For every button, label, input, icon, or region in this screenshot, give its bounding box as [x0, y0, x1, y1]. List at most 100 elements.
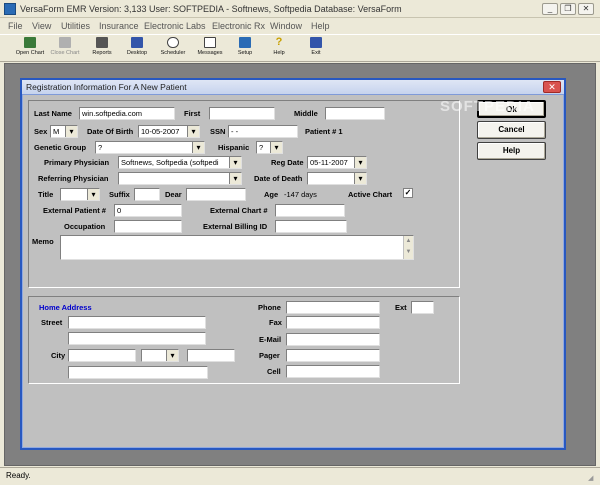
zip-field[interactable] [187, 349, 235, 362]
external-billing-label: External Billing ID [203, 222, 268, 231]
genetic-group-label: Genetic Group [34, 143, 87, 152]
referring-physician-select[interactable] [118, 172, 242, 185]
dear-field[interactable] [186, 188, 246, 201]
street-field[interactable] [68, 316, 206, 329]
menu-electronic-labs[interactable]: Electronic Labs [144, 21, 206, 31]
menu-utilities[interactable]: Utilities [61, 21, 90, 31]
window-title: VersaForm EMR Version: 3,133 User: SOFTP… [20, 4, 402, 14]
menu-electronic-rx[interactable]: Electronic Rx [212, 21, 265, 31]
email-label: E-Mail [259, 335, 282, 344]
resize-grip-icon[interactable]: ◢ [588, 474, 597, 483]
desktop-button[interactable]: Desktop [122, 36, 152, 61]
close-chart-button[interactable]: Close Chart [48, 36, 82, 61]
menu-insurance[interactable]: Insurance [99, 21, 139, 31]
occupation-field[interactable] [114, 220, 182, 233]
ext-label: Ext [395, 303, 407, 312]
external-billing-field[interactable] [275, 220, 347, 233]
external-chart-field[interactable] [275, 204, 345, 217]
first-name-label: First [184, 109, 201, 118]
street-label: Street [41, 318, 63, 327]
status-text: Ready. [6, 471, 31, 480]
memo-label: Memo [32, 237, 54, 246]
open-chart-button[interactable]: Open Chart [14, 36, 46, 61]
memo-scrollbar[interactable]: ▲ ▼ [403, 236, 413, 259]
status-bar [0, 467, 600, 485]
email-field[interactable] [286, 333, 380, 346]
genetic-group-select[interactable]: ? [95, 141, 205, 154]
exit-button[interactable]: Exit [303, 36, 329, 61]
setup-button[interactable]: Setup [231, 36, 259, 61]
reg-date-label: Reg Date [271, 158, 304, 167]
first-name-field[interactable] [209, 107, 275, 120]
occupation-label: Occupation [64, 222, 106, 231]
desktop-icon [131, 37, 143, 48]
external-patient-label: External Patient # [43, 206, 106, 215]
open-chart-icon [24, 37, 36, 48]
date-of-death-label: Date of Death [254, 174, 303, 183]
exit-icon [310, 37, 322, 48]
hispanic-label: Hispanic [218, 143, 250, 152]
cancel-button[interactable]: Cancel [477, 121, 546, 139]
date-of-death-field[interactable] [307, 172, 367, 185]
menu-file[interactable]: File [8, 21, 23, 31]
dialog-close-icon[interactable]: ✕ [543, 81, 561, 93]
close-icon[interactable]: ✕ [578, 3, 594, 15]
age-value: -147 days [284, 190, 317, 199]
cell-label: Cell [267, 367, 281, 376]
suffix-field[interactable] [134, 188, 160, 201]
hispanic-select[interactable]: ? [256, 141, 283, 154]
ssn-label: SSN [210, 127, 226, 136]
title-select[interactable] [60, 188, 100, 201]
app-icon [4, 3, 16, 15]
cell-field[interactable] [286, 365, 380, 378]
dialog-title: Registration Information For A New Patie… [26, 82, 187, 92]
reg-date-field[interactable]: 05-11-2007 [307, 156, 367, 169]
pager-field[interactable] [286, 349, 380, 362]
sex-select[interactable]: M [50, 125, 78, 138]
last-name-field[interactable]: win.softpedia.com [79, 107, 175, 120]
help-button[interactable]: ? Help [266, 36, 292, 61]
last-name-label: Last Name [34, 109, 72, 118]
messages-button[interactable]: Messages [193, 36, 227, 61]
close-chart-icon [59, 37, 71, 48]
street2-field[interactable] [68, 332, 206, 345]
minimize-icon[interactable]: _ [542, 3, 558, 15]
middle-name-field[interactable] [325, 107, 385, 120]
ext-field[interactable] [411, 301, 434, 314]
ssn-field[interactable]: - - [228, 125, 298, 138]
dialog-help-button[interactable]: Help [477, 142, 546, 160]
menu-help[interactable]: Help [311, 21, 330, 31]
restore-icon[interactable]: ❐ [560, 3, 576, 15]
address-extra-field[interactable] [68, 366, 208, 379]
menu-window[interactable]: Window [270, 21, 302, 31]
scheduler-button[interactable]: Scheduler [157, 36, 189, 61]
age-label: Age [264, 190, 279, 199]
dob-field[interactable]: 10-05-2007 [138, 125, 200, 138]
active-chart-checkbox[interactable]: ✓ [403, 188, 413, 198]
memo-textarea[interactable] [60, 235, 414, 260]
home-address-heading: Home Address [39, 303, 92, 312]
menu-view[interactable]: View [32, 21, 51, 31]
primary-physician-label: Primary Physician [44, 158, 110, 167]
fax-field[interactable] [286, 316, 380, 329]
suffix-label: Suffix [109, 190, 130, 199]
dob-label: Date Of Birth [87, 127, 134, 136]
dear-label: Dear [165, 190, 182, 199]
middle-name-label: Middle [294, 109, 318, 118]
title-label: Title [38, 190, 54, 199]
sex-label: Sex [34, 127, 48, 136]
active-chart-label: Active Chart [348, 190, 393, 199]
fax-label: Fax [269, 318, 282, 327]
external-patient-field[interactable]: 0 [114, 204, 182, 217]
primary-physician-select[interactable]: Softnews, Softpedia (softpedi [118, 156, 242, 169]
city-field[interactable] [68, 349, 136, 362]
printer-icon [96, 37, 108, 48]
state-select[interactable] [141, 349, 179, 362]
patient-number: Patient # 1 [305, 127, 343, 136]
question-icon: ? [275, 36, 283, 48]
reports-button[interactable]: Reports [87, 36, 117, 61]
envelope-icon [204, 37, 216, 48]
pager-label: Pager [259, 351, 280, 360]
clock-icon [167, 37, 179, 48]
phone-field[interactable] [286, 301, 380, 314]
